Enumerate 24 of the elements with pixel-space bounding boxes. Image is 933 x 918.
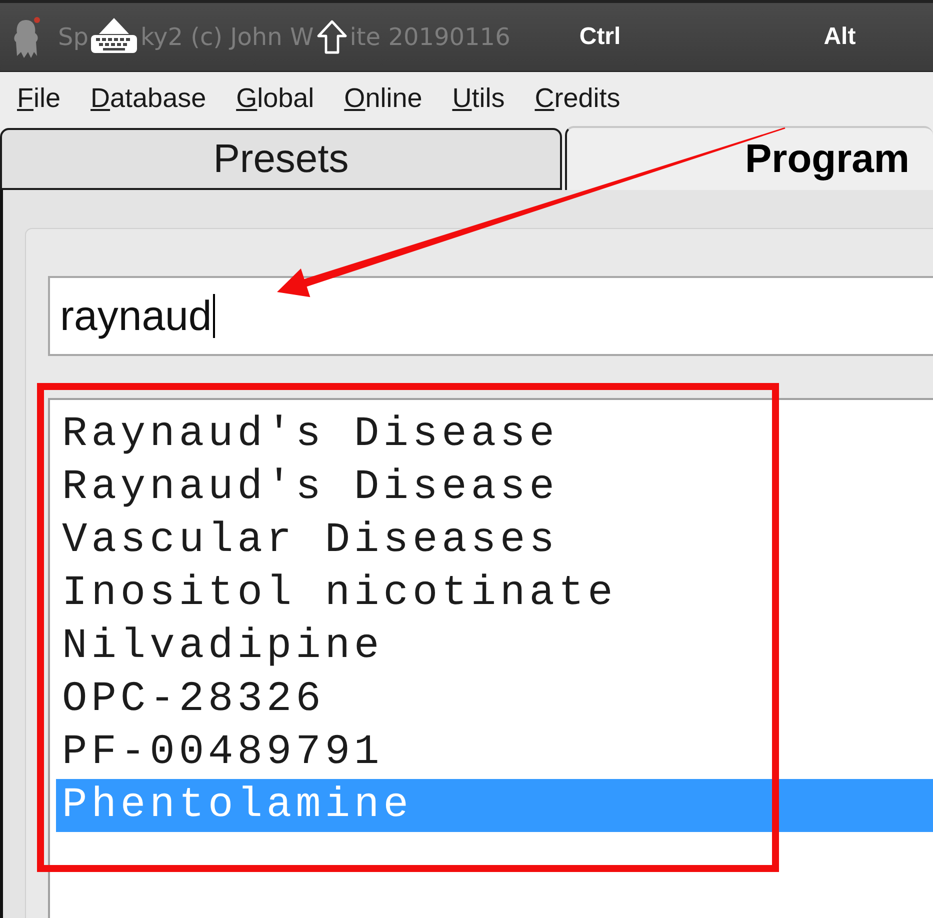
tab[interactable]: Presets [0, 128, 562, 190]
window-title: ky2 (c) John W [140, 23, 314, 51]
menu-item[interactable]: Utils [452, 83, 505, 114]
list-item[interactable]: Raynaud's Disease [56, 408, 933, 461]
shift-arrow-icon[interactable] [316, 20, 347, 54]
modifier-key-button[interactable]: Ctrl [579, 23, 621, 51]
window-title: Sp [58, 23, 88, 51]
keyboard-icon[interactable] [91, 17, 138, 53]
menu-item[interactable]: Global [236, 83, 314, 114]
search-field[interactable]: raynaud [48, 276, 933, 356]
menu-item[interactable]: File [17, 83, 61, 114]
list-item[interactable]: Raynaud's Disease [56, 461, 933, 514]
tab[interactable]: Program [565, 126, 933, 190]
menu-item[interactable]: Online [344, 83, 422, 114]
list-item[interactable]: Inositol nicotinate [56, 567, 933, 620]
results-list[interactable]: Raynaud's Disease Raynaud's Disease Vascular Diseases Inositol nicotinate Nilvadipine OPC-28326 PF-00489791 Phentolamine [48, 398, 933, 918]
modifier-key-button[interactable]: Alt [824, 23, 856, 51]
list-item[interactable]: Vascular Diseases [56, 514, 933, 567]
list-item[interactable]: PF-00489791 [56, 726, 933, 779]
list-item[interactable]: OPC-28326 [56, 673, 933, 726]
window-title: ite 20190116 [350, 23, 510, 51]
menu-item[interactable]: Database [90, 83, 206, 114]
menu-item[interactable]: Credits [534, 83, 620, 114]
list-item[interactable]: Nilvadipine [56, 620, 933, 673]
